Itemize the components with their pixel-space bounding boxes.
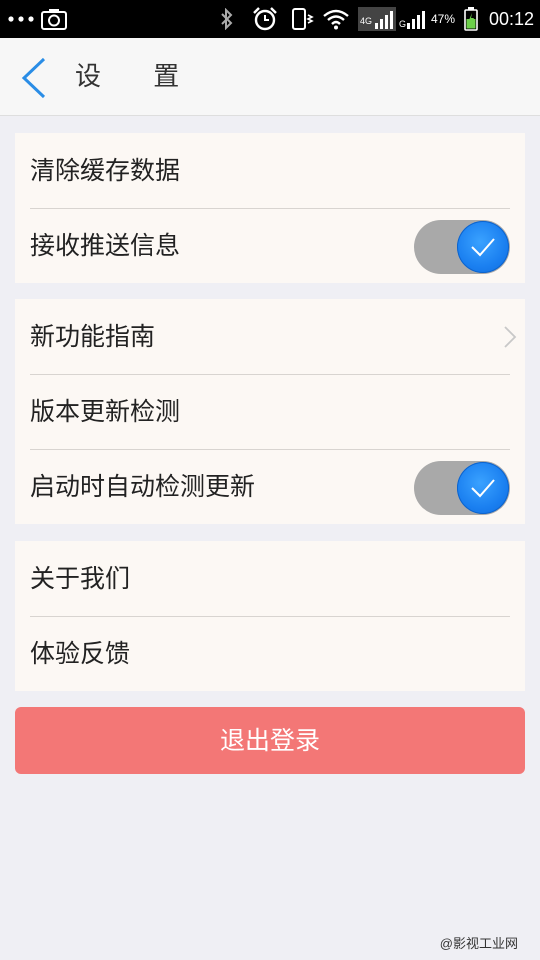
clear-cache-label: 清除缓存数据 bbox=[30, 156, 181, 185]
settings-group-about: 关于我们 体验反馈 bbox=[15, 541, 525, 691]
auto-update-check-label: 启动时自动检测更新 bbox=[30, 472, 256, 501]
settings-group-updates: 新功能指南 版本更新检测 启动时自动检测更新 bbox=[15, 299, 525, 524]
watermark: @影视工业网 bbox=[439, 936, 518, 951]
about-us-row[interactable]: 关于我们 bbox=[15, 541, 525, 616]
alarm-icon bbox=[252, 0, 278, 38]
signal-icon: 4G bbox=[358, 0, 396, 38]
header-bar: 设 置 bbox=[0, 38, 540, 116]
wifi-icon bbox=[322, 0, 350, 38]
chevron-right-icon bbox=[504, 326, 517, 348]
push-notifications-row: 接收推送信息 bbox=[15, 208, 525, 283]
settings-group-cache-push: 清除缓存数据 接收推送信息 bbox=[15, 133, 525, 283]
status-bar: 4G G 47% 00:12 bbox=[0, 0, 540, 38]
new-features-guide-row[interactable]: 新功能指南 bbox=[15, 299, 525, 374]
bluetooth-icon bbox=[220, 0, 234, 38]
version-check-label: 版本更新检测 bbox=[30, 397, 181, 426]
signal-g-icon: G bbox=[399, 0, 426, 38]
new-features-guide-label: 新功能指南 bbox=[30, 322, 156, 351]
more-dots-icon bbox=[8, 0, 34, 38]
page-title: 设 置 bbox=[75, 62, 202, 92]
back-button[interactable] bbox=[18, 56, 58, 100]
about-us-label: 关于我们 bbox=[30, 564, 131, 593]
feedback-row[interactable]: 体验反馈 bbox=[15, 616, 525, 691]
chevron-left-icon bbox=[21, 57, 46, 99]
auto-update-check-toggle[interactable] bbox=[414, 461, 510, 515]
logout-button[interactable]: 退出登录 bbox=[15, 707, 525, 774]
checkmark-icon bbox=[471, 238, 495, 257]
clock: 00:12 bbox=[489, 8, 535, 29]
auto-update-check-row: 启动时自动检测更新 bbox=[15, 449, 525, 524]
clear-cache-row[interactable]: 清除缓存数据 bbox=[15, 133, 525, 208]
checkmark-icon bbox=[471, 479, 495, 498]
camera-icon bbox=[41, 0, 67, 38]
push-notifications-label: 接收推送信息 bbox=[30, 231, 181, 260]
feedback-label: 体验反馈 bbox=[30, 639, 131, 668]
version-check-row[interactable]: 版本更新检测 bbox=[15, 374, 525, 449]
toggle-knob bbox=[457, 462, 509, 514]
battery-icon bbox=[464, 0, 478, 38]
push-notifications-toggle[interactable] bbox=[414, 220, 510, 274]
toggle-knob bbox=[457, 221, 509, 273]
battery-percent: 47% bbox=[431, 12, 456, 26]
vibrate-icon bbox=[290, 0, 314, 38]
